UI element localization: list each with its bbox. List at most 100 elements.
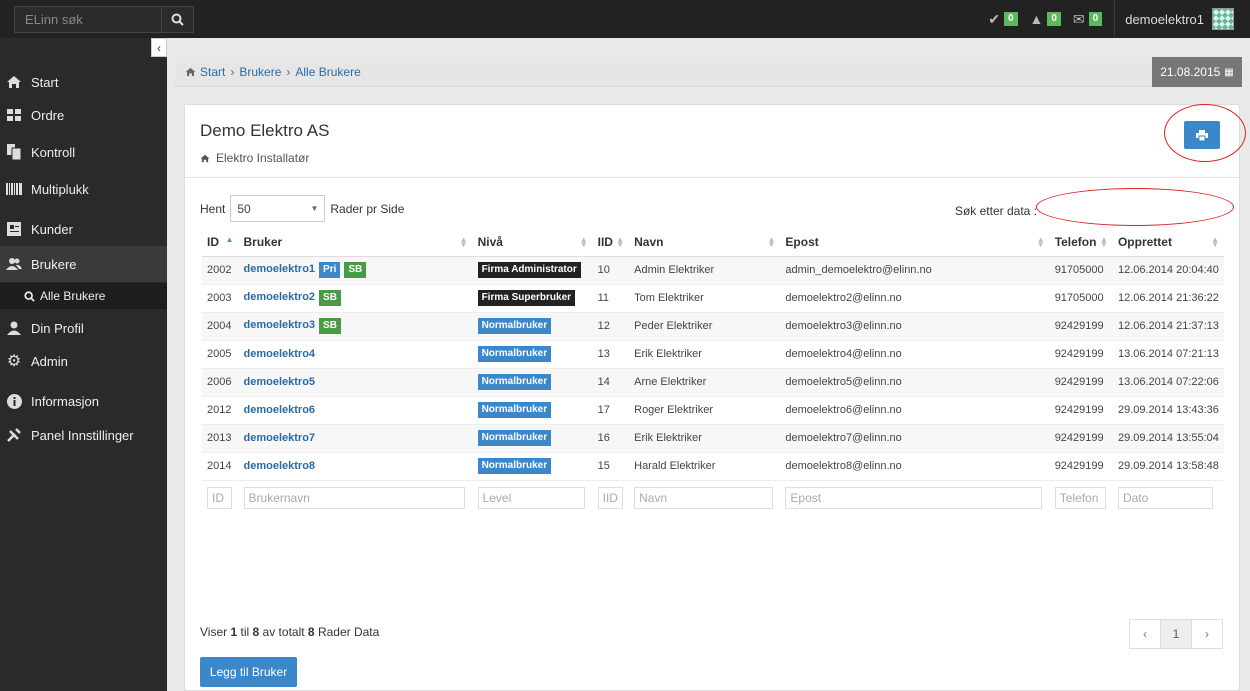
breadcrumb-separator: ›	[286, 64, 291, 79]
global-search	[14, 6, 194, 33]
warning-notification[interactable]: ▲ 0	[1030, 11, 1061, 27]
cell-bruker: demoelektro3 SB	[238, 312, 473, 341]
breadcrumb-brukere[interactable]: Brukere	[239, 65, 281, 79]
table-search-label: Søk etter data :	[954, 204, 1037, 218]
sort-icon: ▲ ▼	[459, 235, 468, 249]
sidebar-item-informasjon[interactable]: Informasjon	[0, 385, 167, 417]
cell-opprettet: 12.06.2014 21:37:13	[1112, 312, 1224, 341]
user-link[interactable]: demoelektro2	[244, 291, 316, 303]
cell-niva: Normalbruker	[472, 396, 593, 425]
breadcrumb-alle-brukere[interactable]: Alle Brukere	[295, 65, 360, 79]
cell-bruker: demoelektro7	[238, 424, 473, 453]
filter-id[interactable]	[207, 486, 232, 509]
column-header-opprettet[interactable]: Opprettet ▲ ▼	[1112, 228, 1224, 257]
cell-iid: 13	[592, 340, 630, 369]
table-row[interactable]: 2012 demoelektro6 Normalbruker 17 Roger …	[202, 396, 1224, 425]
sidebar-item-label: Kontroll	[31, 144, 76, 160]
cell-telefon: 92429199	[1049, 396, 1113, 425]
sidebar-item-kontroll[interactable]: Kontroll	[0, 136, 167, 168]
sidebar-item-label: Ordre	[31, 107, 65, 123]
pagination-page[interactable]: 1	[1160, 619, 1192, 649]
cell-navn: Harald Elektriker	[629, 452, 781, 481]
column-header-epost[interactable]: Epost ▲ ▼	[780, 228, 1050, 257]
breadcrumb-bar: Start › Brukere › Alle Brukere 21.08.201…	[175, 57, 1242, 87]
sidebar-item-ordre[interactable]: Ordre	[0, 99, 167, 131]
level-badge: Firma Administrator	[477, 262, 581, 278]
company-type: Elektro Installatør	[216, 151, 310, 165]
user-link[interactable]: demoelektro4	[244, 348, 316, 360]
column-header-telefon[interactable]: Telefon ▲ ▼	[1049, 228, 1113, 257]
sidebar-item-label: Start	[31, 74, 59, 90]
level-badge: Normalbruker	[477, 346, 552, 362]
table-info: Viser 1 til 8 av totalt 8 Rader Data	[200, 625, 380, 639]
table-row[interactable]: 2003 demoelektro2 SB Firma Superbruker 11…	[202, 284, 1224, 313]
user-link[interactable]: demoelektro1	[244, 263, 316, 275]
column-header-niva[interactable]: Nivå ▲ ▼	[472, 228, 593, 257]
user-link[interactable]: demoelektro8	[244, 460, 316, 472]
sidebar-item-admin[interactable]: ⚙ Admin	[0, 345, 167, 377]
users-table: ID ▲ Bruker ▲ ▼ Nivå ▲ ▼ IID ▲ ▼ Navn ▲ ▼ Epost ▲ ▼…	[202, 228, 1224, 509]
add-user-button[interactable]: Legg til Bruker	[200, 657, 297, 687]
search-icon	[24, 290, 35, 302]
table-search-input[interactable]	[1039, 200, 1139, 222]
table-row[interactable]: 2013 demoelektro7 Normalbruker 16 Erik E…	[202, 424, 1224, 453]
column-header-iid[interactable]: IID ▲ ▼	[592, 228, 630, 257]
rows-per-page-value: 50	[237, 201, 251, 216]
column-header-navn[interactable]: Navn ▲ ▼	[629, 228, 781, 257]
column-header-id[interactable]: ID ▲	[202, 228, 239, 257]
sidebar-item-din-profil[interactable]: Din Profil	[0, 312, 167, 344]
filter-iid[interactable]	[597, 486, 623, 509]
column-header-bruker[interactable]: Bruker ▲ ▼	[238, 228, 473, 257]
pagination-prev[interactable]: ‹	[1129, 619, 1161, 649]
rows-per-page-select[interactable]: 50 ▼	[230, 195, 326, 222]
table-search: Søk etter data :	[955, 200, 1139, 222]
sidebar-item-label: Multiplukk	[31, 181, 89, 197]
check-notification[interactable]: ✔ 0	[988, 11, 1018, 28]
cell-iid: 17	[592, 396, 630, 425]
table-row[interactable]: 2005 demoelektro4 Normalbruker 13 Erik E…	[202, 340, 1224, 369]
filter-epost[interactable]	[785, 486, 1043, 509]
sidebar-item-multiplukk[interactable]: Multiplukk	[0, 173, 167, 205]
sidebar-item-brukere[interactable]: Brukere	[0, 246, 167, 282]
cell-navn: Tom Elektriker	[629, 284, 781, 313]
filter-telefon[interactable]	[1054, 486, 1106, 509]
sidebar-item-label: Admin	[31, 353, 68, 369]
cell-navn: Admin Elektriker	[629, 256, 781, 285]
cell-navn: Erik Elektriker	[629, 340, 781, 369]
sort-icon: ▲ ▼	[579, 235, 588, 249]
sidebar-item-panel-innstillinger[interactable]: Panel Innstillinger	[0, 419, 167, 451]
sidebar-subitem-alle-brukere[interactable]: Alle Brukere	[0, 283, 167, 309]
avatar[interactable]	[1212, 8, 1234, 30]
table-row[interactable]: 2014 demoelektro8 Normalbruker 15 Harald…	[202, 452, 1224, 481]
sidebar-item-start[interactable]: Start	[0, 66, 167, 98]
cell-opprettet: 29.09.2014 13:43:36	[1112, 396, 1224, 425]
user-link[interactable]: demoelektro5	[244, 376, 316, 388]
home-icon	[200, 154, 210, 162]
user-link[interactable]: demoelektro3	[244, 319, 316, 331]
sidebar-item-kunder[interactable]: Kunder	[0, 213, 167, 245]
message-notification[interactable]: ✉ 0	[1073, 11, 1103, 28]
pagination-next[interactable]: ›	[1191, 619, 1223, 649]
filter-dato[interactable]	[1117, 486, 1213, 509]
home-icon	[5, 74, 23, 90]
pagination: ‹ 1 ›	[1129, 619, 1223, 649]
search-button[interactable]	[162, 6, 194, 33]
global-search-input[interactable]	[14, 6, 162, 33]
cell-epost: admin_demoelektro@elinn.no	[780, 256, 1050, 285]
username[interactable]: demoelektro1	[1125, 12, 1204, 27]
table-row[interactable]: 2004 demoelektro3 SB Normalbruker 12 Pede…	[202, 312, 1224, 341]
filter-brukernavn[interactable]	[243, 486, 465, 509]
user-link[interactable]: demoelektro7	[244, 432, 316, 444]
table-row[interactable]: 2002 demoelektro1 Pri SB Firma Administrat…	[202, 256, 1224, 285]
user-link[interactable]: demoelektro6	[244, 404, 316, 416]
breadcrumb-start[interactable]: Start	[200, 65, 225, 79]
date-display[interactable]: 21.08.2015 ▦	[1152, 57, 1242, 87]
cell-epost: demoelektro6@elinn.no	[780, 396, 1050, 425]
filter-navn[interactable]	[634, 486, 774, 509]
filter-level[interactable]	[477, 486, 585, 509]
sidebar-collapse-button[interactable]: ‹	[151, 38, 167, 57]
message-count: 0	[1088, 12, 1103, 26]
table-row[interactable]: 2006 demoelektro5 Normalbruker 14 Arne E…	[202, 368, 1224, 397]
cell-epost: demoelektro7@elinn.no	[780, 424, 1050, 453]
print-button[interactable]	[1184, 121, 1220, 149]
